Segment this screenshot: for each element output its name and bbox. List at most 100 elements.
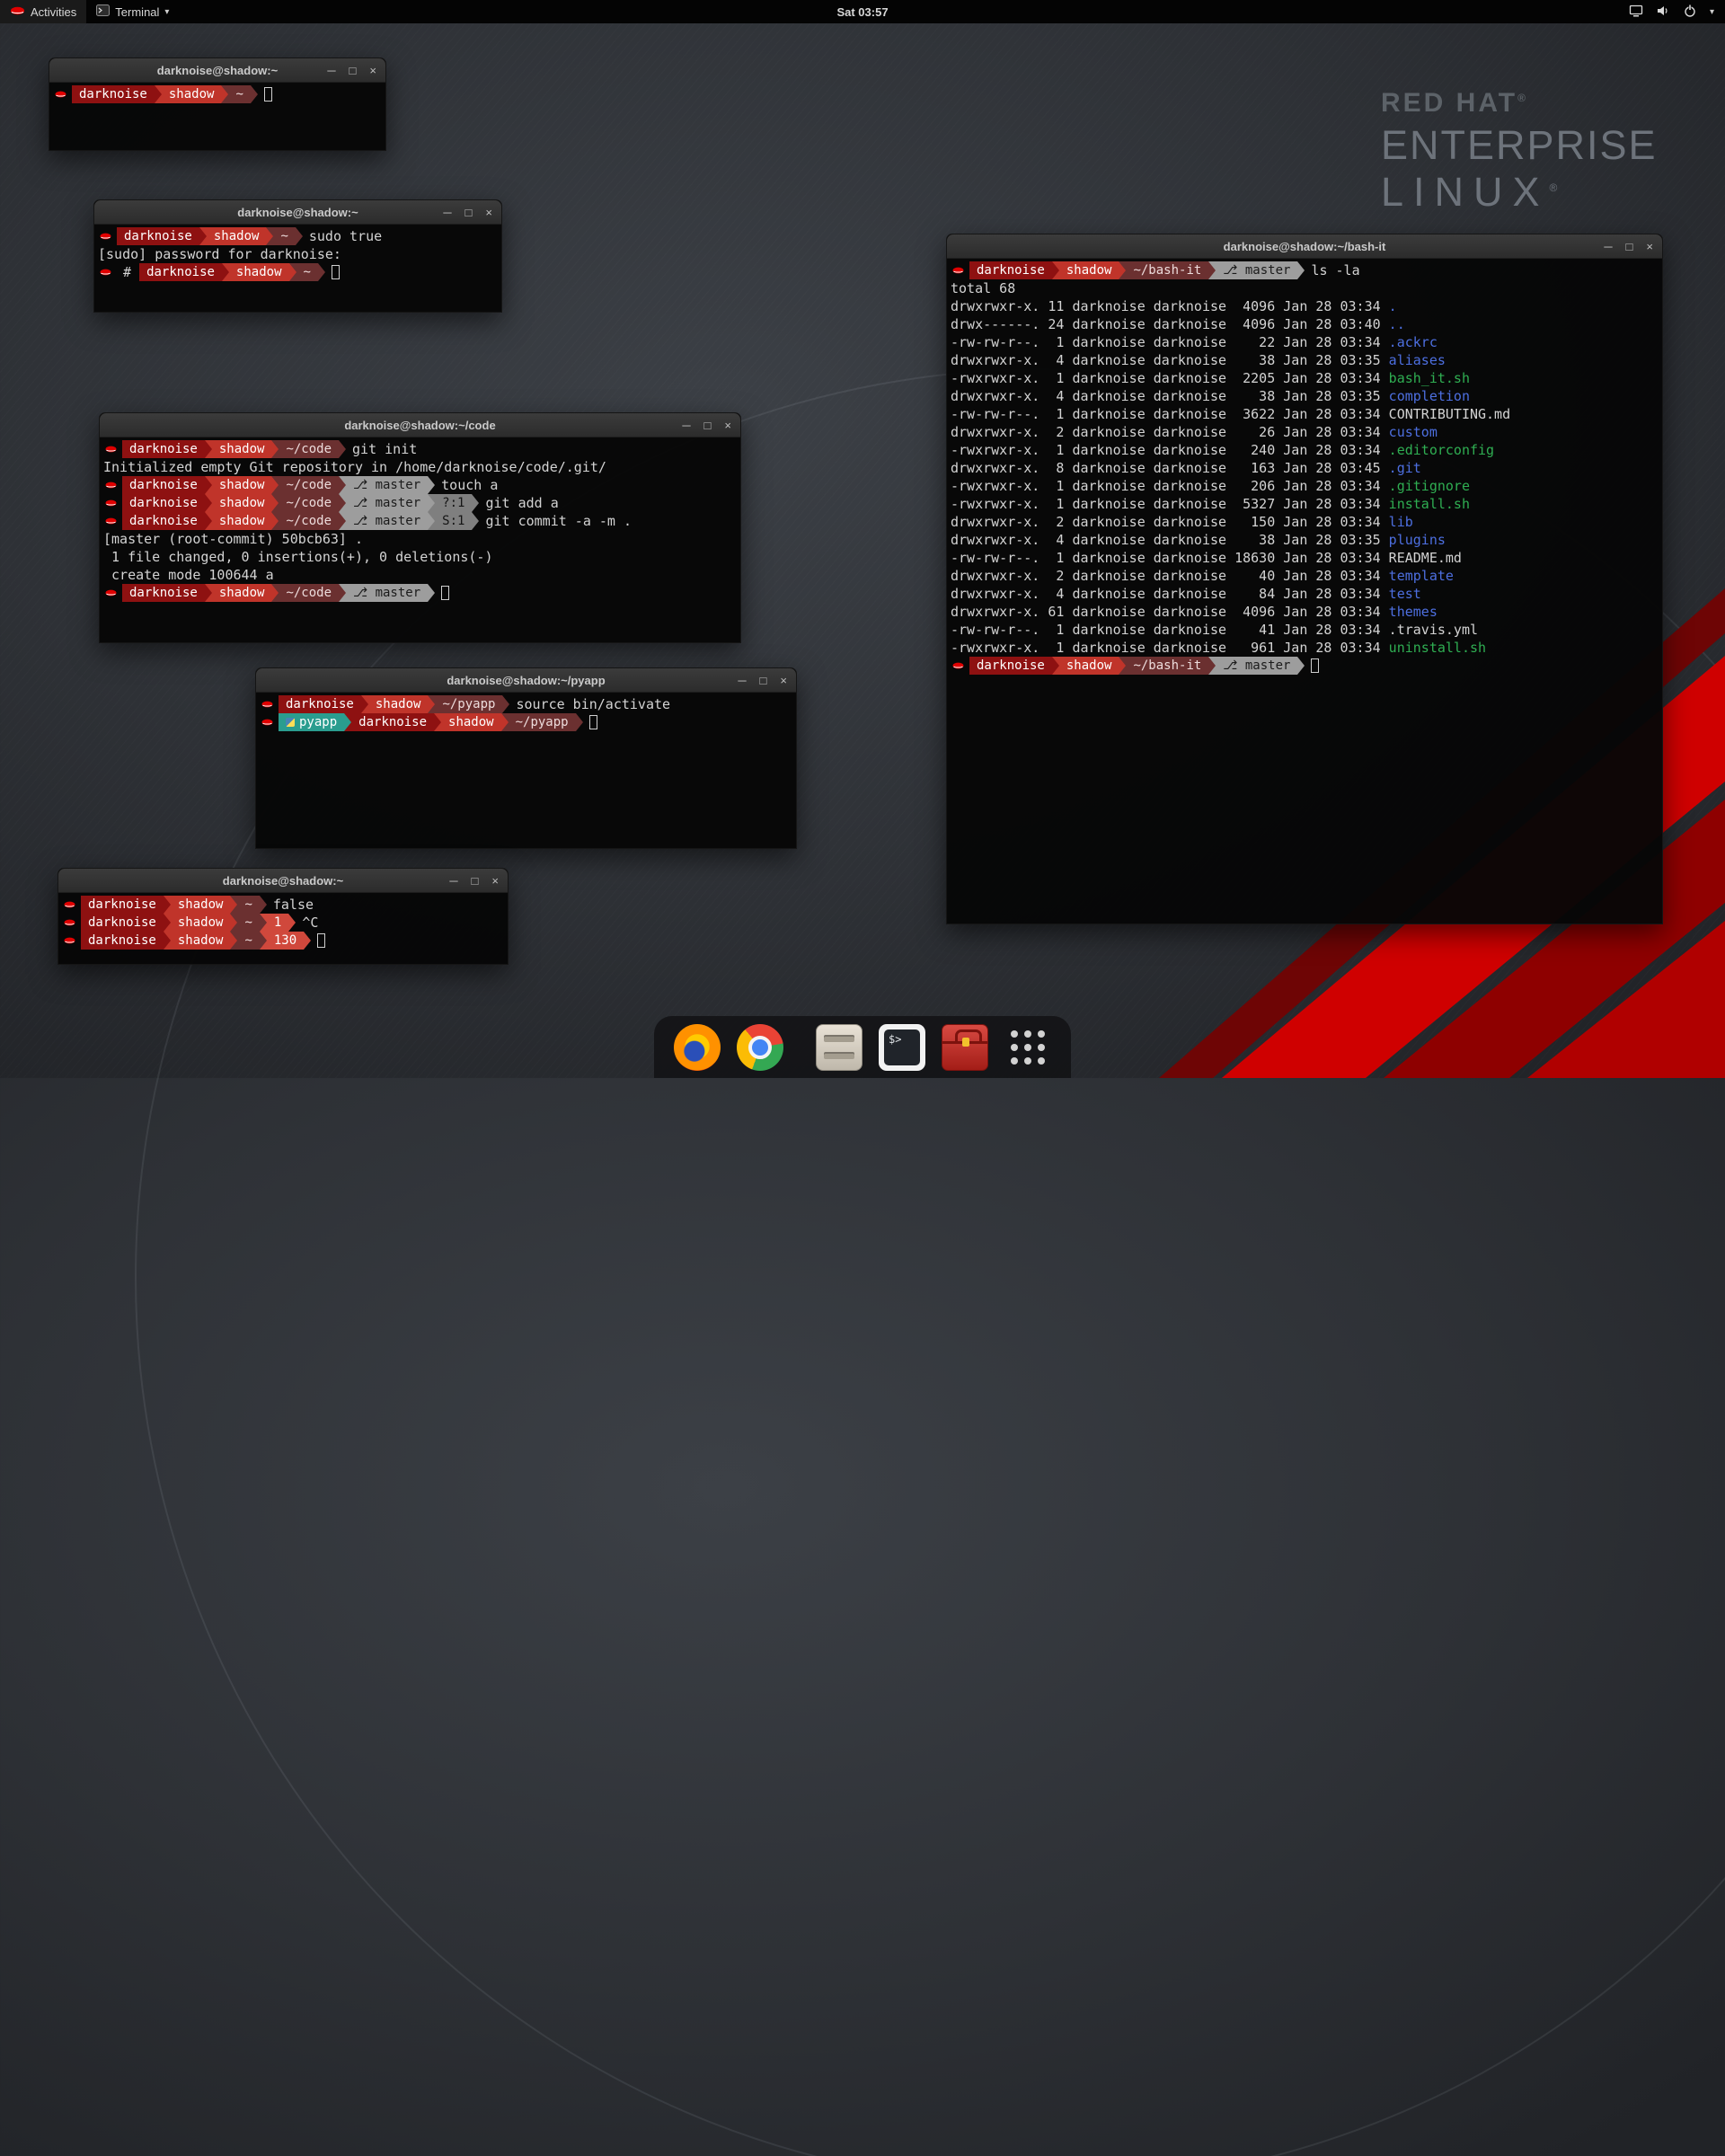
output-text: -rwxrwxr-x. 1 darknoise darknoise 240 Ja… [951,442,1389,458]
command-text: source bin/activate [509,696,670,712]
dock: $> [654,1016,1071,1078]
prompt-segment-host: shadow [171,914,231,932]
output-text: Initialized empty Git repository in /hom… [103,459,606,475]
prompt-segment-host: shadow [212,584,272,602]
output-text: drwxrwxr-x. 2 darknoise darknoise 40 Jan… [951,568,1389,584]
app-menu-label: Terminal [115,5,159,19]
titlebar[interactable]: darknoise@shadow:~/bash-it ─ □ × [947,234,1662,259]
prompt-segment-path: ~ [273,227,295,245]
terminal-window-home-2[interactable]: darknoise@shadow:~ ─ □ × darknoiseshadow… [58,868,509,965]
terminal-content[interactable]: darknoiseshadow~/pyappsource bin/activat… [256,693,796,848]
terminal-line: create mode 100644 a [103,566,737,584]
minimize-button[interactable]: ─ [738,675,746,686]
maximize-button[interactable]: □ [349,65,357,76]
powerline-arrow [205,512,212,530]
output-text: .gitignore [1389,478,1470,494]
maximize-button[interactable]: □ [1626,241,1633,252]
titlebar[interactable]: darknoise@shadow:~ ─ □ × [49,58,385,83]
chrome-icon[interactable] [737,1024,783,1071]
terminal-cursor [264,87,272,102]
minimize-button[interactable]: ─ [1604,241,1612,252]
close-button[interactable]: × [724,420,731,431]
output-text: uninstall.sh [1389,640,1486,656]
prompt-segment-path: ~/pyapp [435,695,502,713]
output-text: 1 file changed, 0 insertions(+), 0 delet… [103,549,492,565]
terminal-dock-icon[interactable]: $> [879,1024,925,1071]
maximize-button[interactable]: □ [472,875,479,887]
command-text: ^C [296,915,318,931]
terminal-line: drwxrwxr-x. 2 darknoise darknoise 40 Jan… [951,567,1659,585]
prompt-segment-host: shadow [441,713,501,731]
close-button[interactable]: × [780,675,787,686]
redhat-prompt-icon [105,499,117,508]
terminal-window-home-1[interactable]: darknoise@shadow:~ ─ □ × darknoiseshadow… [49,57,386,151]
terminal-window-bashit[interactable]: darknoise@shadow:~/bash-it ─ □ × darknoi… [946,234,1663,924]
close-button[interactable]: × [1646,241,1653,252]
terminal-line: darknoiseshadow~/code⎇ master [103,584,737,602]
prompt-segment-path: ~/code [279,512,339,530]
minimize-button[interactable]: ─ [327,65,335,76]
maximize-button[interactable]: □ [704,420,712,431]
files-icon[interactable] [816,1024,862,1071]
prompt-segment-user: darknoise [117,227,199,245]
close-button[interactable]: × [369,65,376,76]
minimize-button[interactable]: ─ [682,420,690,431]
powerline-arrow [164,932,171,950]
brand-line-2: ENTERPRISE [1381,122,1658,169]
prompt-segment-host: shadow [1059,657,1119,675]
terminal-line: -rw-rw-r--. 1 darknoise darknoise 41 Jan… [951,621,1659,639]
toolbox-icon[interactable] [942,1024,988,1071]
titlebar[interactable]: darknoise@shadow:~/pyapp ─ □ × [256,668,796,693]
terminal-content[interactable]: darknoiseshadow~/bash-it⎇ masterls -lato… [947,259,1662,923]
chrome-icon-center [748,1036,772,1059]
titlebar[interactable]: darknoise@shadow:~ ─ □ × [58,869,508,893]
brand-line-3: LINUX® [1381,169,1658,216]
powerline-arrow [289,263,296,281]
terminal-content[interactable]: darknoiseshadow~falsedarknoiseshadow~1^C… [58,893,508,964]
powerline-arrow [230,914,237,932]
minimize-button[interactable]: ─ [443,207,451,218]
terminal-window-code[interactable]: darknoise@shadow:~/code ─ □ × darknoises… [99,412,741,643]
powerline-arrow [296,227,303,245]
terminal-window-sudo[interactable]: darknoise@shadow:~ ─ □ × darknoiseshadow… [93,199,502,313]
app-menu-terminal[interactable]: Terminal ▾ [86,0,179,23]
redhat-prompt-icon [64,918,75,927]
minimize-button[interactable]: ─ [449,875,457,887]
toolbox-latch [962,1038,969,1047]
titlebar[interactable]: darknoise@shadow:~/code ─ □ × [100,413,740,437]
system-status-area[interactable]: ▾ [1629,0,1725,23]
prompt-segment-host: shadow [212,512,272,530]
maximize-button[interactable]: □ [760,675,767,686]
firefox-icon[interactable] [674,1024,721,1071]
powerline-arrow [271,476,279,494]
app-grid-icon[interactable] [1004,1024,1051,1071]
terminal-content[interactable]: darknoiseshadow~ [49,83,385,150]
terminal-window-pyapp[interactable]: darknoise@shadow:~/pyapp ─ □ × darknoise… [255,667,797,849]
terminal-content[interactable]: darknoiseshadow~sudo true[sudo] password… [94,225,501,312]
titlebar[interactable]: darknoise@shadow:~ ─ □ × [94,200,501,225]
terminal-line: -rwxrwxr-x. 1 darknoise darknoise 2205 J… [951,369,1659,387]
prompt-segment-host: shadow [368,695,429,713]
prompt-segment-path: ~ [237,914,259,932]
prompt-segment-path: ~/code [279,440,339,458]
powerline-arrow [155,85,162,103]
terminal-line: drwx------. 24 darknoise darknoise 4096 … [951,315,1659,333]
output-text: drwxrwxr-x. 4 darknoise darknoise 38 Jan… [951,388,1389,404]
close-button[interactable]: × [491,875,499,887]
prompt-segment-path: ~/bash-it [1126,261,1208,279]
powerline-arrow [164,896,171,914]
prompt-segment-gitstat: ?:1 [435,494,472,512]
output-text: drwxrwxr-x. 4 darknoise darknoise 38 Jan… [951,532,1389,548]
brand-line-1: RED HAT® [1381,88,1658,119]
prompt-segment-path: ~ [237,896,259,914]
prompt-segment-git: ⎇ master [1216,261,1297,279]
close-button[interactable]: × [485,207,492,218]
maximize-button[interactable]: □ [465,207,473,218]
activities-button[interactable]: Activities [0,0,86,23]
output-text: [master (root-commit) 50bcb63] . [103,531,363,547]
terminal-app-icon [96,4,110,19]
python-icon [286,718,295,727]
terminal-content[interactable]: darknoiseshadow~/codegit initInitialized… [100,437,740,642]
terminal-line: darknoiseshadow~/code⎇ master?:1git add … [103,494,737,512]
clock: Sat 03:57 [0,5,1725,19]
